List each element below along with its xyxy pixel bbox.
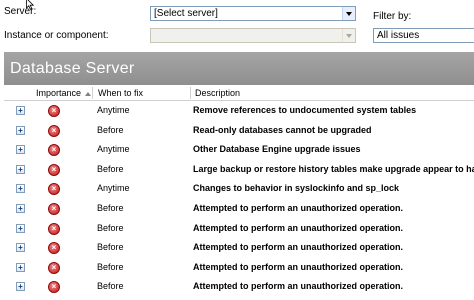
- description-cell: Attempted to perform an unauthorized ope…: [193, 202, 404, 213]
- when-to-fix-cell: Anytime: [97, 144, 130, 155]
- server-label: Server:: [4, 6, 37, 17]
- error-icon: ×: [48, 124, 60, 137]
- expand-icon[interactable]: +: [16, 282, 25, 292]
- sort-ascending-icon: [85, 91, 92, 96]
- chevron-down-icon[interactable]: [342, 7, 355, 20]
- expand-icon[interactable]: +: [16, 184, 25, 194]
- expand-icon[interactable]: +: [16, 203, 25, 213]
- description-cell: Attempted to perform an unauthorized ope…: [193, 281, 404, 292]
- error-icon: ×: [48, 222, 60, 235]
- description-cell: Attempted to perform an unauthorized ope…: [193, 222, 404, 233]
- table-row[interactable]: + × Before Attempted to perform an unaut…: [4, 219, 474, 239]
- description-cell: Attempted to perform an unauthorized ope…: [193, 242, 404, 253]
- when-to-fix-cell: Before: [97, 163, 124, 174]
- when-to-fix-cell: Before: [97, 202, 124, 213]
- instance-label: Instance or component:: [4, 30, 109, 41]
- server-dropdown[interactable]: [Select server]: [150, 6, 356, 21]
- table-row[interactable]: + × Before Large backup or restore histo…: [4, 160, 474, 180]
- column-divider[interactable]: [92, 87, 93, 99]
- filter-dropdown-value: All issues: [377, 30, 420, 41]
- table-row[interactable]: + × Before Attempted to perform an unaut…: [4, 258, 474, 278]
- error-icon: ×: [48, 242, 60, 255]
- when-to-fix-cell: Before: [97, 124, 124, 135]
- table-row[interactable]: + × Before Attempted to perform an unaut…: [4, 238, 474, 258]
- error-icon: ×: [48, 144, 60, 157]
- table-row[interactable]: + × Before Attempted to perform an unaut…: [4, 277, 474, 297]
- error-icon: ×: [48, 261, 60, 274]
- error-icon: ×: [48, 281, 60, 294]
- expand-icon[interactable]: +: [16, 145, 25, 155]
- error-icon: ×: [48, 105, 60, 117]
- filter-dropdown[interactable]: All issues: [373, 28, 474, 43]
- table-row[interactable]: + × Before Read-only databases cannot be…: [4, 121, 474, 141]
- instance-dropdown[interactable]: [150, 28, 356, 43]
- when-to-fix-cell: Anytime: [97, 183, 130, 194]
- column-description[interactable]: Description: [195, 85, 240, 101]
- issue-list: + × Anytime Remove references to undocum…: [4, 101, 474, 297]
- table-row[interactable]: + × Before Attempted to perform an unaut…: [4, 199, 474, 219]
- server-dropdown-value: [Select server]: [154, 8, 218, 19]
- when-to-fix-cell: Anytime: [97, 105, 130, 115]
- chevron-down-icon[interactable]: [342, 29, 355, 42]
- column-importance[interactable]: Importance: [36, 85, 92, 101]
- column-importance-label: Importance: [36, 88, 82, 98]
- expand-icon[interactable]: +: [16, 106, 25, 115]
- error-icon: ×: [48, 163, 60, 176]
- table-row[interactable]: + × Anytime Remove references to undocum…: [4, 101, 474, 121]
- error-icon: ×: [48, 202, 60, 215]
- description-cell: Remove references to undocumented system…: [193, 105, 417, 115]
- description-cell: Other Database Engine upgrade issues: [193, 144, 361, 155]
- when-to-fix-cell: Before: [97, 281, 124, 292]
- expand-icon[interactable]: +: [16, 125, 25, 135]
- when-to-fix-cell: Before: [97, 222, 124, 233]
- filter-label: Filter by:: [373, 11, 412, 22]
- expand-icon[interactable]: +: [16, 262, 25, 272]
- description-cell: Changes to behavior in syslockinfo and s…: [193, 183, 400, 194]
- expand-icon[interactable]: +: [16, 223, 25, 233]
- error-icon: ×: [48, 183, 60, 196]
- description-cell: Large backup or restore history tables m…: [193, 163, 474, 174]
- panel-title: Database Server: [4, 52, 474, 85]
- column-when-to-fix[interactable]: When to fix: [98, 85, 143, 101]
- column-divider[interactable]: [190, 87, 191, 99]
- column-header-row: Importance When to fix Description: [4, 85, 474, 101]
- issues-panel: Database Server Importance When to fix D…: [4, 52, 474, 300]
- expand-icon[interactable]: +: [16, 243, 25, 253]
- description-cell: Read-only databases cannot be upgraded: [193, 124, 372, 135]
- table-row[interactable]: + × Anytime Changes to behavior in syslo…: [4, 179, 474, 199]
- expand-icon[interactable]: +: [16, 164, 25, 174]
- when-to-fix-cell: Before: [97, 242, 124, 253]
- table-row[interactable]: + × Anytime Other Database Engine upgrad…: [4, 140, 474, 160]
- description-cell: Attempted to perform an unauthorized ope…: [193, 261, 404, 272]
- when-to-fix-cell: Before: [97, 261, 124, 272]
